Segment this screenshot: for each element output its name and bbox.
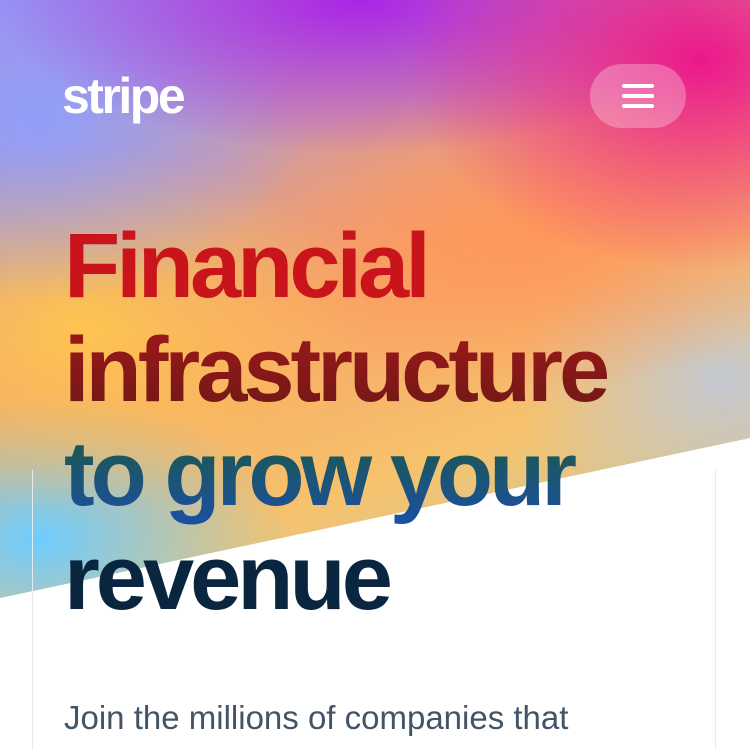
hamburger-menu-icon (622, 84, 654, 108)
headline-line: to grow your (64, 422, 734, 526)
headline-line: infrastructure (64, 318, 734, 422)
hero-subtitle: Join the millions of companies that (64, 699, 569, 736)
page: stripe Financial infrastructure to grow … (0, 0, 750, 750)
headline-line: Financial (64, 215, 431, 317)
hero-headline: Financial infrastructure to grow your re… (64, 214, 734, 630)
menu-button[interactable] (590, 64, 686, 128)
stripe-logo[interactable]: stripe (62, 66, 186, 126)
headline-line: revenue (64, 527, 393, 629)
